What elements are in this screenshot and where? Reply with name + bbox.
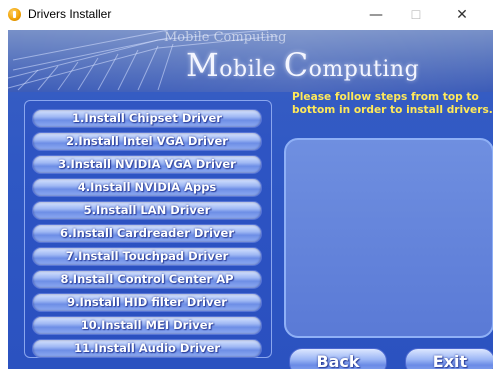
exit-button-label: Exit bbox=[432, 352, 468, 369]
window-title: Drivers Installer bbox=[28, 7, 112, 21]
install-button-label: 9.Install HID filter Driver bbox=[67, 295, 227, 309]
brand-logo-text: Mobile Computing bbox=[186, 46, 419, 84]
close-button[interactable]: ✕ bbox=[442, 4, 482, 26]
info-display-box bbox=[284, 138, 493, 338]
brand-word-1: obile bbox=[219, 57, 284, 82]
banner-small-text: Mobile Computing bbox=[164, 30, 287, 45]
drivers-installer-window: Drivers Installer — ☐ ✕ Mobile Computing… bbox=[0, 0, 493, 369]
install-button-label: 5.Install LAN Driver bbox=[83, 203, 211, 217]
install-button-label: 2.Install Intel VGA Driver bbox=[66, 134, 228, 148]
install-nvidia-vga-button[interactable]: 3.Install NVIDIA VGA Driver bbox=[32, 155, 262, 174]
install-cardreader-button[interactable]: 6.Install Cardreader Driver bbox=[32, 224, 262, 243]
back-button-label: Back bbox=[316, 352, 360, 369]
back-button[interactable]: Back bbox=[289, 348, 387, 369]
install-lan-button[interactable]: 5.Install LAN Driver bbox=[32, 201, 262, 220]
maximize-button[interactable]: ☐ bbox=[396, 4, 436, 26]
install-mei-button[interactable]: 10.Install MEI Driver bbox=[32, 316, 262, 335]
title-bar[interactable]: Drivers Installer — ☐ ✕ bbox=[0, 0, 493, 30]
exit-button[interactable]: Exit bbox=[405, 348, 493, 369]
install-audio-button[interactable]: 11.Install Audio Driver bbox=[32, 339, 262, 358]
install-button-label: 1.Install Chipset Driver bbox=[72, 111, 222, 125]
install-button-label: 11.Install Audio Driver bbox=[73, 341, 221, 355]
app-info-icon bbox=[8, 8, 21, 21]
install-button-label: 3.Install NVIDIA VGA Driver bbox=[58, 157, 236, 171]
install-hid-filter-button[interactable]: 9.Install HID filter Driver bbox=[32, 293, 262, 312]
brand-cap-m: M bbox=[186, 46, 220, 84]
install-intel-vga-button[interactable]: 2.Install Intel VGA Driver bbox=[32, 132, 262, 151]
instructions-text: Please follow steps from top to bottom i… bbox=[292, 91, 493, 116]
install-button-label: 7.Install Touchpad Driver bbox=[65, 249, 229, 263]
install-button-label: 6.Install Cardreader Driver bbox=[60, 226, 234, 240]
install-button-label: 8.Install Control Center AP bbox=[60, 272, 234, 286]
brand-cap-c: C bbox=[283, 46, 309, 84]
install-button-label: 4.Install NVIDIA Apps bbox=[77, 180, 217, 194]
minimize-button[interactable]: — bbox=[356, 4, 396, 26]
banner: Mobile Computing Mobile Computing bbox=[8, 30, 493, 92]
brand-word-2: omputing bbox=[308, 57, 420, 82]
install-chipset-button[interactable]: 1.Install Chipset Driver bbox=[32, 109, 262, 128]
install-button-label: 10.Install MEI Driver bbox=[80, 318, 214, 332]
install-control-center-button[interactable]: 8.Install Control Center AP bbox=[32, 270, 262, 289]
install-nvidia-apps-button[interactable]: 4.Install NVIDIA Apps bbox=[32, 178, 262, 197]
install-touchpad-button[interactable]: 7.Install Touchpad Driver bbox=[32, 247, 262, 266]
installer-content: Mobile Computing Mobile Computing 1.Inst… bbox=[8, 30, 493, 369]
